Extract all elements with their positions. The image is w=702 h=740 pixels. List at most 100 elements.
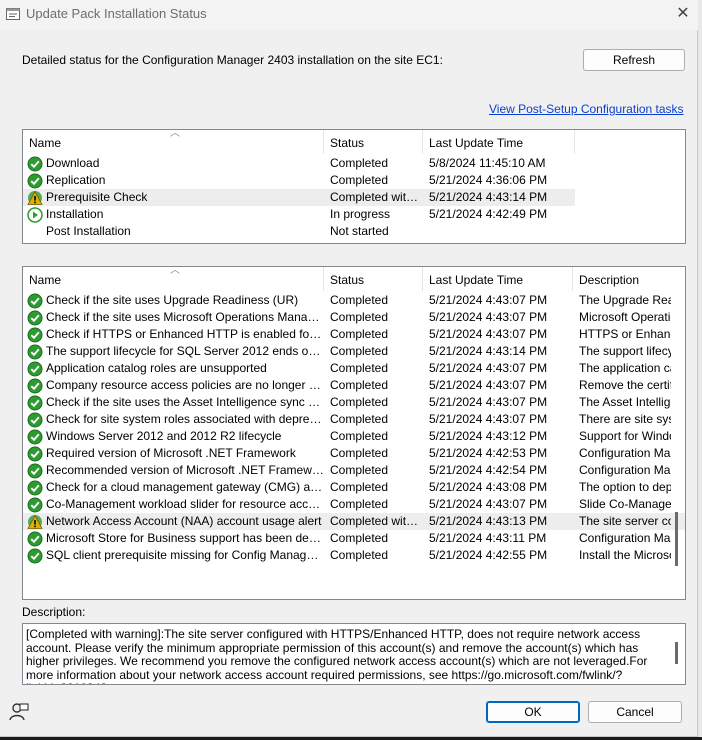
- update-pack-installation-status-dialog: Update Pack Installation Status ✕ Detail…: [0, 0, 698, 737]
- ok-button[interactable]: OK: [486, 701, 580, 723]
- row-last-update-time: 5/21/2024 4:43:11 PM: [429, 531, 547, 545]
- success-icon: [27, 173, 43, 189]
- column-header-name[interactable]: Name: [23, 130, 324, 154]
- row-name: Application catalog roles are unsupporte…: [23, 360, 324, 377]
- row-status: Completed: [330, 531, 389, 545]
- description-text: [Completed with warning]:The site server…: [22, 623, 686, 685]
- row-last-update-time: 5/21/2024 4:42:55 PM: [429, 548, 548, 562]
- success-icon: [27, 531, 43, 547]
- row-description: Support for Windows: [579, 429, 671, 443]
- cancel-button[interactable]: Cancel: [588, 701, 682, 723]
- warning-icon: [27, 514, 43, 529]
- row-description: Configuration Manager: [579, 531, 671, 545]
- row-description: Remove the certificate: [579, 378, 671, 392]
- row-status: Not started: [330, 224, 389, 238]
- row-name: The support lifecycle for SQL Server 201…: [23, 343, 324, 360]
- check-row[interactable]: Microsoft Store for Business support has…: [23, 530, 685, 547]
- success-icon: [27, 446, 43, 462]
- row-description: Microsoft Operations: [579, 310, 671, 324]
- row-name: Download: [23, 155, 324, 172]
- row-description: Configuration Manager: [579, 446, 671, 460]
- row-description: The Upgrade Readiness: [579, 293, 671, 307]
- stages-header: ︿ Name Status Last Update Time: [23, 130, 685, 154]
- success-icon: [27, 327, 43, 343]
- check-row[interactable]: Company resource access policies are no …: [23, 377, 685, 394]
- check-row[interactable]: Network Access Account (NAA) account usa…: [23, 513, 685, 530]
- column-header-description[interactable]: Description: [573, 267, 685, 291]
- row-last-update-time: 5/21/2024 4:43:07 PM: [429, 395, 548, 409]
- success-icon: [27, 156, 43, 172]
- row-last-update-time: 5/21/2024 4:43:07 PM: [429, 310, 548, 324]
- post-setup-tasks-link[interactable]: View Post-Setup Configuration tasks: [489, 102, 684, 116]
- row-name: Co-Management workload slider for resour…: [23, 496, 324, 513]
- row-status: Completed: [330, 344, 389, 358]
- row-status: Completed: [330, 480, 389, 494]
- stage-row[interactable]: Download Completed 5/8/2024 11:45:10 AM: [23, 155, 685, 172]
- row-name: Required version of Microsoft .NET Frame…: [23, 445, 324, 462]
- row-status: Completed: [330, 548, 389, 562]
- row-name: Recommended version of Microsoft .NET Fr…: [23, 462, 324, 479]
- row-status: Completed: [330, 173, 389, 187]
- check-row[interactable]: Check if the site uses Microsoft Operati…: [23, 309, 685, 326]
- stages-list[interactable]: ︿ Name Status Last Update Time Download C…: [22, 129, 686, 244]
- success-icon: [27, 463, 43, 479]
- refresh-button[interactable]: Refresh: [583, 49, 685, 71]
- row-last-update-time: 5/21/2024 4:43:12 PM: [429, 429, 548, 443]
- vertical-scrollbar-thumb[interactable]: [675, 512, 678, 566]
- description-label: Description:: [22, 605, 86, 619]
- success-icon: [27, 361, 43, 377]
- check-row[interactable]: Check if HTTPS or Enhanced HTTP is enabl…: [23, 326, 685, 343]
- row-name: Prerequisite Check: [23, 189, 324, 206]
- success-icon: [27, 412, 43, 428]
- row-last-update-time: 5/21/2024 4:43:14 PM: [429, 190, 548, 204]
- stage-row[interactable]: Installation In progress 5/21/2024 4:42:49…: [23, 206, 685, 223]
- check-row[interactable]: Required version of Microsoft .NET Frame…: [23, 445, 685, 462]
- check-row[interactable]: Recommended version of Microsoft .NET Fr…: [23, 462, 685, 479]
- check-row[interactable]: Co-Management workload slider for resour…: [23, 496, 685, 513]
- row-status: In progress: [330, 207, 391, 221]
- row-description: Configuration Manager: [579, 463, 671, 477]
- column-header-last-update-time[interactable]: Last Update Time: [423, 267, 573, 291]
- stage-row[interactable]: Post Installation Not started: [23, 223, 685, 240]
- check-row[interactable]: Windows Server 2012 and 2012 R2 lifecycl…: [23, 428, 685, 445]
- check-row[interactable]: The support lifecycle for SQL Server 201…: [23, 343, 685, 360]
- row-status: Completed with ...: [330, 514, 421, 528]
- summary-text: Detailed status for the Configuration Ma…: [22, 53, 443, 67]
- stage-row[interactable]: Prerequisite Check Completed with ... 5/21…: [23, 189, 685, 206]
- check-row[interactable]: Check if the site uses the Asset Intelli…: [23, 394, 685, 411]
- row-name: Post Installation: [46, 224, 131, 238]
- check-row[interactable]: SQL client prerequisite missing for Conf…: [23, 547, 685, 564]
- row-last-update-time: 5/21/2024 4:42:54 PM: [429, 463, 548, 477]
- check-row[interactable]: Check for a cloud management gateway (CM…: [23, 479, 685, 496]
- column-header-name[interactable]: Name: [23, 267, 324, 291]
- column-header-last-update-time[interactable]: Last Update Time: [423, 130, 575, 154]
- row-last-update-time: 5/21/2024 4:43:07 PM: [429, 378, 548, 392]
- description-scrollbar-thumb[interactable]: [675, 642, 678, 664]
- row-status: Completed: [330, 327, 389, 341]
- row-name: Check for site system roles associated w…: [23, 411, 324, 428]
- check-row[interactable]: Application catalog roles are unsupporte…: [23, 360, 685, 377]
- row-description: Install the Microsoft: [579, 548, 671, 562]
- success-icon: [27, 395, 43, 411]
- user-remote-icon: [9, 703, 29, 721]
- row-status: Completed with ...: [330, 190, 421, 204]
- column-header-status[interactable]: Status: [324, 130, 423, 154]
- row-status: Completed: [330, 378, 389, 392]
- stage-row[interactable]: Replication Completed 5/21/2024 4:36:06 PM: [23, 172, 685, 189]
- row-name: Check if HTTPS or Enhanced HTTP is enabl…: [23, 326, 324, 343]
- row-description: The Asset Intelligence: [579, 395, 671, 409]
- close-icon[interactable]: ✕: [668, 1, 698, 27]
- row-last-update-time: 5/21/2024 4:43:13 PM: [429, 514, 548, 528]
- column-header-status[interactable]: Status: [324, 267, 423, 291]
- row-status: Completed: [330, 361, 389, 375]
- row-status: Completed: [330, 156, 389, 170]
- row-status: Completed: [330, 412, 389, 426]
- row-name: Check if the site uses the Asset Intelli…: [23, 394, 324, 411]
- title-bar: Update Pack Installation Status ✕: [0, 0, 698, 30]
- check-row[interactable]: Check for site system roles associated w…: [23, 411, 685, 428]
- row-last-update-time: 5/21/2024 4:43:08 PM: [429, 480, 548, 494]
- success-icon: [27, 344, 43, 360]
- check-details-list[interactable]: ︿ Name Status Last Update Time Descripti…: [22, 266, 686, 600]
- success-icon: [27, 293, 43, 309]
- check-row[interactable]: Check if the site uses Upgrade Readiness…: [23, 292, 685, 309]
